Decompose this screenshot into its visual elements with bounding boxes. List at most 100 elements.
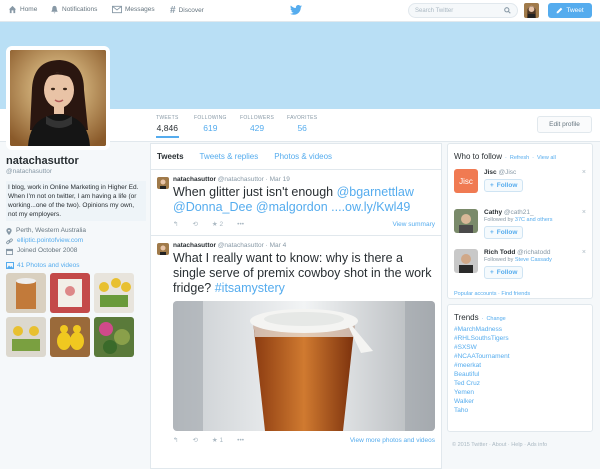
tweet-header: natachasuttor @natachasuttor · Mar 19	[173, 176, 290, 183]
favorite-button[interactable]: ★ 2	[212, 220, 223, 228]
dismiss-icon[interactable]: ×	[582, 209, 586, 216]
followed-by-link[interactable]: 37C and others	[515, 217, 553, 223]
stat-favorites[interactable]: FAVORITES 56	[287, 115, 317, 133]
add-user-icon: +	[490, 269, 494, 276]
reply-icon[interactable]: ↰	[173, 220, 178, 228]
tab-photos-videos[interactable]: Photos & videos	[274, 152, 332, 161]
tweet-mention[interactable]: @bgarnettlaw	[337, 185, 414, 199]
tweet-hashtag[interactable]: #itsamystery	[215, 281, 285, 295]
follow-label: Follow	[496, 182, 518, 189]
suggested-user-name[interactable]: Jisc	[484, 169, 497, 176]
popular-accounts-link[interactable]: Popular accounts · Find friends	[454, 291, 586, 297]
profile-website[interactable]: elliptic.pointofview.com	[6, 236, 146, 246]
trend-item[interactable]: #RHLSouthsTigers	[454, 334, 586, 343]
tweet-item[interactable]: natachasuttor @natachasuttor · Mar 19 Wh…	[151, 170, 441, 236]
reply-icon[interactable]: ↰	[173, 436, 178, 444]
suggested-user-name[interactable]: Cathy	[484, 209, 502, 216]
tweet-timeline: Tweets Tweets & replies Photos & videos …	[150, 143, 442, 469]
search-icon[interactable]	[504, 7, 511, 14]
photo-thumbnail[interactable]	[94, 273, 134, 313]
more-icon[interactable]: •••	[237, 437, 244, 444]
trend-item[interactable]: Beautiful	[454, 370, 586, 379]
trend-item[interactable]: Taho	[454, 406, 586, 415]
tweet-photo[interactable]	[173, 301, 435, 431]
tweet-author-avatar[interactable]	[157, 177, 169, 189]
suggested-user-avatar[interactable]	[454, 209, 478, 233]
refresh-link[interactable]: Refresh	[510, 155, 529, 161]
followed-by-prefix: Followed by	[484, 257, 515, 263]
tweet-mention[interactable]: @malgordon	[256, 200, 328, 214]
profile-name[interactable]: natachasuttor	[6, 155, 146, 167]
tweet-date[interactable]: Mar 19	[270, 176, 290, 183]
suggested-user: Cathy @cath21_ Followed by 37C and other…	[454, 209, 586, 249]
follow-button[interactable]: + Follow	[484, 266, 524, 279]
tab-tweets[interactable]: Tweets	[157, 152, 184, 161]
compose-tweet-label: Tweet	[566, 7, 584, 14]
follow-button[interactable]: + Follow	[484, 226, 524, 239]
trend-item[interactable]: Yemen	[454, 388, 586, 397]
photo-grid	[6, 273, 146, 357]
tweet-author-name[interactable]: natachasuttor	[173, 242, 216, 249]
view-all-link[interactable]: View all	[537, 155, 556, 161]
stat-tweets[interactable]: TWEETS 4,846	[156, 115, 179, 138]
dismiss-icon[interactable]: ×	[582, 249, 586, 256]
more-icon[interactable]: •••	[237, 221, 244, 228]
favorite-count: 2	[219, 221, 224, 228]
trend-item[interactable]: #MarchMadness	[454, 325, 586, 334]
trend-item[interactable]: #NCAATournament	[454, 352, 586, 361]
followed-by-link[interactable]: Steve Cassady	[515, 257, 552, 263]
nav-notifications-label: Notifications	[62, 6, 98, 13]
tweet-link[interactable]: ....ow.ly/Kwl49	[331, 200, 410, 214]
dismiss-icon[interactable]: ×	[582, 169, 586, 176]
view-more-photos-link[interactable]: View more photos and videos	[350, 437, 435, 444]
trends-title: Trends	[454, 313, 479, 322]
trend-item[interactable]: Walker	[454, 397, 586, 406]
edit-profile-button[interactable]: Edit profile	[537, 116, 592, 133]
nav-notifications[interactable]: Notifications	[50, 5, 97, 14]
photo-thumbnail[interactable]	[6, 273, 46, 313]
tweet-date[interactable]: Mar 4	[270, 242, 287, 249]
tweet-author-name[interactable]: natachasuttor	[173, 176, 216, 183]
photo-thumbnail[interactable]	[6, 317, 46, 357]
search-input[interactable]: Search Twitter	[408, 3, 518, 18]
profile-joined: Joined October 2008	[6, 246, 146, 256]
photo-thumbnail[interactable]	[50, 317, 90, 357]
stat-following[interactable]: FOLLOWING 619	[194, 115, 227, 133]
tweet-author-handle: @natachasuttor	[217, 176, 264, 183]
profile-avatar[interactable]	[6, 46, 110, 150]
compose-tweet-button[interactable]: Tweet	[548, 3, 592, 18]
profile-location: Perth, Western Australia	[6, 226, 146, 236]
nav-discover[interactable]: # Discover	[170, 5, 204, 16]
profile-website-link[interactable]: elliptic.pointofview.com	[17, 236, 83, 246]
view-summary-link[interactable]: View summary	[392, 221, 435, 228]
profile-bio: I blog, work in Online Marketing in High…	[6, 181, 146, 221]
nav-home[interactable]: Home	[8, 5, 37, 14]
tab-tweets-replies[interactable]: Tweets & replies	[200, 152, 259, 161]
stat-followers[interactable]: FOLLOWERS 429	[240, 115, 274, 133]
tweet-item[interactable]: natachasuttor @natachasuttor · Mar 4 Wha…	[151, 236, 441, 450]
suggested-user-avatar[interactable]: Jisc	[454, 169, 478, 193]
suggested-user-name[interactable]: Rich Todd	[484, 249, 515, 256]
trend-item[interactable]: #meerkat	[454, 361, 586, 370]
tweet-text: When glitter just isn't enough @bgarnett…	[173, 185, 435, 215]
retweet-icon[interactable]: ⟲	[192, 220, 197, 228]
nav-messages[interactable]: Messages	[112, 5, 155, 14]
change-trends-link[interactable]: Change	[486, 316, 505, 322]
photo-thumbnail[interactable]	[50, 273, 90, 313]
retweet-icon[interactable]: ⟲	[192, 436, 197, 444]
svg-text:Jisc: Jisc	[459, 177, 473, 186]
suggested-user-avatar[interactable]	[454, 249, 478, 273]
follow-button[interactable]: + Follow	[484, 179, 524, 192]
tweet-mention[interactable]: @Donna_Dee	[173, 200, 252, 214]
home-icon	[8, 5, 17, 14]
account-avatar[interactable]	[524, 3, 539, 18]
photo-thumbnail[interactable]	[94, 317, 134, 357]
photos-videos-link[interactable]: 41 Photos and videos	[6, 262, 146, 269]
tweet-author-avatar[interactable]	[157, 243, 169, 255]
page-footer[interactable]: © 2015 Twitter · About · Help · Ads info	[452, 442, 547, 448]
suggested-user: Jisc Jisc @Jisc + Follow ×	[454, 169, 586, 209]
trend-item[interactable]: Ted Cruz	[454, 379, 586, 388]
twitter-bird-icon[interactable]	[290, 5, 302, 17]
trend-item[interactable]: #SXSW	[454, 343, 586, 352]
favorite-button[interactable]: ★ 1	[212, 436, 223, 444]
